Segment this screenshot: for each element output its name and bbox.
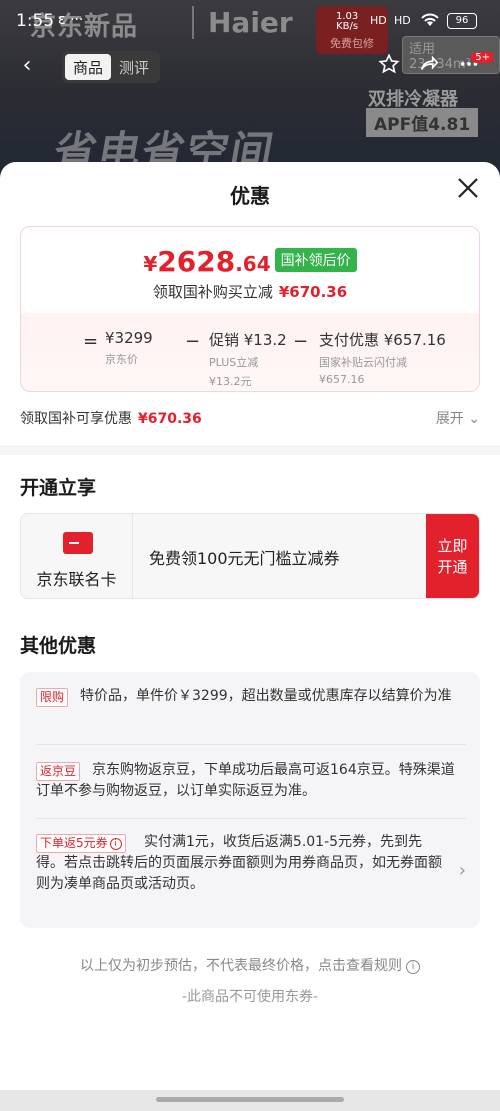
offer-text: 京东购物返京豆，下单成功后最高可返164京豆。特殊渠道订单不参与购物返豆，以订单… — [36, 762, 455, 799]
offer-item: 返京豆 京东购物返京豆，下单成功后最高可返164京豆。特殊渠道订单不参与购物返豆… — [36, 760, 468, 802]
pay-col: 支付优惠 ¥657.16 国家补贴云闪付减 ¥657.16 — [319, 331, 446, 386]
expand-button[interactable]: 展开 ⌄ — [436, 408, 480, 428]
nav-actions — [378, 53, 480, 80]
final-price-tag: 国补领后价 — [274, 248, 357, 272]
offer-tag: 返京豆 — [36, 762, 81, 781]
cobrand-card-offer: 京东联名卡 免费领100元无门槛立减券 立即 开通 — [20, 513, 480, 599]
back-button[interactable]: ‹ — [10, 50, 44, 84]
status-bar: 1:55 ε ··· 1.03 KB/s HD HD 96 — [0, 0, 500, 44]
card-offer-desc: 免费领100元无门槛立减券 — [149, 549, 340, 568]
card-name: 京东联名卡 — [36, 570, 117, 589]
offer-text: 特价品，单件价￥3299，超出数量或优惠库存以结算价为准 — [80, 688, 452, 704]
offer-item[interactable]: 下单返5元券 i 实付满1元，收货后返满5.01-5元券，先到先得。若点击跳转后的… — [36, 832, 442, 895]
nav-tabs: 商品 测评 — [62, 51, 161, 83]
message-badge: 5+ — [471, 52, 494, 63]
final-price: ¥2628.64 — [143, 245, 271, 278]
claim-subsidy-row: 领取国补可享优惠 ¥670.36 — [20, 411, 202, 427]
sheet-title: 优惠 — [230, 184, 270, 208]
subsidy-line: 领取国补购买立减 ¥670.36 — [152, 283, 348, 301]
other-offers-box: 限购 特价品，单件价￥3299，超出数量或优惠库存以结算价为准 返京豆 京东购物… — [20, 672, 480, 928]
close-icon[interactable] — [456, 176, 480, 205]
tab-review[interactable]: 测评 — [111, 54, 157, 80]
minus-sign-2: − — [293, 331, 309, 352]
promo-col: 促销 ¥13.2 PLUS立减 ¥13.2元 — [209, 331, 287, 388]
coupon-restriction-note: -此商品不可使用东券- — [181, 989, 319, 1005]
offer-tag: 限购 — [36, 688, 69, 707]
estimate-rules-link[interactable]: 以上仅为初步预估，不代表最终价格，点击查看规则 i — [0, 955, 500, 975]
info-icon[interactable]: i — [109, 838, 122, 850]
price-card: ¥2628.64 国补领后价 领取国补购买立减 ¥670.36 = ¥3299 京东… — [20, 226, 480, 392]
price-breakdown: = ¥3299 京东价 − 促销 ¥13.2 PLUS立减 ¥13.2元 − 支… — [83, 327, 473, 388]
home-indicator[interactable] — [156, 1097, 344, 1102]
status-time: 1:55 — [16, 11, 55, 31]
share-icon[interactable] — [418, 53, 440, 80]
open-now-button[interactable]: 立即 开通 — [426, 514, 479, 598]
jd-price-col: ¥3299 京东价 — [105, 329, 153, 366]
star-icon[interactable] — [378, 53, 400, 80]
section-divider — [0, 445, 500, 455]
open-section-title: 开通立享 — [20, 477, 97, 499]
offer-tag: 下单返5元券 i — [36, 834, 126, 853]
offer-divider — [36, 744, 466, 745]
notification-icons: ε ··· — [58, 12, 84, 28]
battery-icon: 96 — [447, 13, 477, 29]
discount-sheet: 优惠 ¥2628.64 国补领后价 领取国补购买立减 ¥670.36 = ¥3299… — [0, 162, 500, 1111]
final-price-row: ¥2628.64 国补领后价 — [21, 245, 479, 278]
minus-sign: − — [185, 331, 201, 352]
signal-icon: HD — [370, 14, 387, 27]
credit-card-icon — [63, 532, 93, 554]
top-nav: ‹ 商品 测评 5+ — [0, 50, 500, 86]
info-icon: i — [406, 960, 420, 974]
wifi-icon — [420, 12, 440, 32]
chevron-right-icon[interactable]: › — [459, 860, 466, 881]
offer-divider — [36, 818, 466, 819]
equals-sign: = — [83, 331, 99, 352]
tab-product[interactable]: 商品 — [65, 54, 112, 80]
other-section-title: 其他优惠 — [20, 635, 97, 657]
offer-item: 限购 特价品，单件价￥3299，超出数量或优惠库存以结算价为准 — [36, 686, 468, 707]
signal-icon-2: HD — [394, 14, 411, 27]
network-rate: 1.03 KB/s — [336, 11, 359, 32]
apf-badge: APF值4.81 — [366, 108, 479, 137]
card-brand: 京东联名卡 — [21, 514, 133, 598]
